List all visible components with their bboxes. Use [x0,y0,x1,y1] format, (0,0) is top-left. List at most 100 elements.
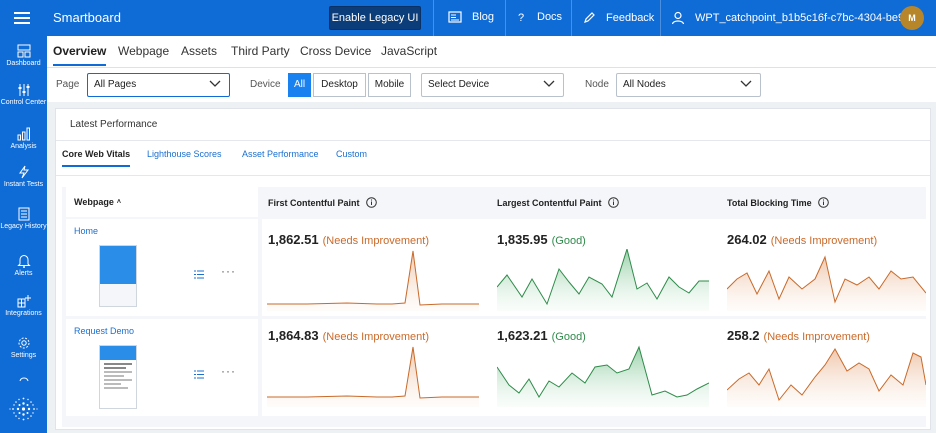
col-header-webpage-label: Webpage [74,197,114,207]
col-header-lcp: Largest Contentful Paint [497,197,619,208]
device-desktop-button[interactable]: Desktop [313,73,366,97]
tbt-sparkline [727,255,926,311]
avatar[interactable]: M [900,6,924,30]
tab-overview[interactable]: Overview [53,44,107,66]
more-options-icon[interactable]: ··· [221,364,236,378]
svg-text:?: ? [518,12,524,23]
lcp-number: 1,623.21 [497,328,548,343]
sidebar-item-dashboard[interactable]: Dashboard [0,44,47,68]
card-title: Latest Performance [70,119,158,130]
info-icon[interactable] [365,197,377,208]
sidebar-item-control-center[interactable]: Control Center [0,83,47,107]
chevron-down-icon [740,80,752,87]
node-select[interactable]: All Nodes [616,73,761,97]
tab-third-party[interactable]: Third Party [231,44,290,58]
fcp-value: 1,862.51 (Needs Improvement) [268,232,429,247]
subtab-asset-performance[interactable]: Asset Performance [242,149,319,159]
dashboard-icon [17,44,30,58]
enable-legacy-ui-button[interactable]: Enable Legacy UI [329,6,421,30]
lcp-value: 1,835.95 (Good) [497,232,586,247]
docs-link[interactable]: ? Docs [517,11,562,23]
feedback-link[interactable]: Feedback [583,11,654,24]
fcp-sparkline [267,346,479,407]
pencil-icon [584,12,595,23]
waterfall-icon[interactable] [194,370,204,379]
page-select-value: All Pages [94,79,137,90]
docs-label: Docs [537,11,563,23]
tab-javascript[interactable]: JavaScript [381,44,437,58]
main-content: Overview Webpage Assets Third Party Cros… [47,36,936,433]
webpage-link-home[interactable]: Home [74,226,98,236]
col-header-fcp: First Contentful Paint [268,197,377,208]
sidebar-item-alerts[interactable]: Alerts [0,254,47,278]
tbt-sparkline [727,348,926,407]
fcp-status: (Needs Improvement) [322,331,429,343]
sidebar-item-legacy-history[interactable]: Legacy History [0,207,47,231]
integrations-icon [17,295,31,308]
col-header-lcp-label: Largest Contentful Paint [497,197,602,208]
chevron-down-icon [209,80,221,87]
node-filter-label: Node [585,79,609,90]
tab-webpage[interactable]: Webpage [118,44,169,58]
question-icon: ? [518,12,524,23]
bar-chart-icon [17,127,30,141]
sidebar-label: Alerts [14,270,33,277]
document-icon [18,207,29,221]
more-options-icon[interactable]: ··· [221,264,236,278]
device-mobile-button[interactable]: Mobile [368,73,411,97]
fcp-sparkline [267,250,479,311]
chevron-down-icon [543,80,555,87]
tbt-status: (Needs Improvement) [770,235,878,247]
device-select-value: Select Device [428,79,490,90]
info-icon[interactable] [607,197,619,208]
partial-icon [19,377,28,382]
subtab-custom[interactable]: Custom [336,149,367,159]
blog-link[interactable]: Blog [448,11,494,23]
device-select[interactable]: Select Device [421,73,564,97]
lcp-sparkline [497,249,709,311]
sidebar-more[interactable] [0,374,47,384]
user-id: WPT_catchpoint_b1b5c16f-c7bc-4304-be9f..… [695,12,917,24]
col-header-tbt-label: Total Blocking Time [727,197,812,208]
catchpoint-logo-icon [9,397,38,421]
tbt-number: 264.02 [727,232,767,247]
col-header-webpage[interactable]: Webpage ˄ [74,197,121,207]
tab-bar: Overview Webpage Assets Third Party Cros… [47,36,936,68]
sidebar: Dashboard Control Center Analysis Instan… [0,36,47,433]
menu-icon[interactable] [14,10,30,26]
node-select-value: All Nodes [623,79,666,90]
fcp-value: 1,864.83 (Needs Improvement) [268,328,429,343]
sidebar-label: Settings [10,352,37,359]
gear-icon [18,337,29,349]
sidebar-item-settings[interactable]: Settings [0,336,47,360]
table-row: Request Demo ··· [66,319,258,416]
waterfall-icon[interactable] [194,270,204,279]
app-title: Smartboard [53,10,121,25]
lcp-status: (Good) [551,331,586,343]
device-filter-label: Device [250,79,281,90]
sidebar-label: Instant Tests [3,181,44,188]
subtab-core-web-vitals[interactable]: Core Web Vitals [62,149,131,167]
page-thumbnail [99,345,137,409]
user-account[interactable]: WPT_catchpoint_b1b5c16f-c7bc-4304-be9f..… [671,11,916,25]
fcp-number: 1,864.83 [268,328,319,343]
subtab-lighthouse-scores[interactable]: Lighthouse Scores [147,149,222,159]
top-bar: Smartboard Enable Legacy UI Blog ? Docs … [0,0,936,36]
device-all-button[interactable]: All [288,73,311,97]
filter-bar: Page All Pages Device All Desktop Mobile… [47,68,936,102]
table-row: Home ··· [66,219,258,316]
lcp-sparkline [497,345,709,407]
page-thumbnail [99,245,137,307]
tab-cross-device[interactable]: Cross Device [300,44,371,58]
tbt-value: 258.2 (Needs Improvement) [727,328,870,343]
sidebar-item-analysis[interactable]: Analysis [0,127,47,151]
page-select[interactable]: All Pages [87,73,230,97]
webpage-link-request-demo[interactable]: Request Demo [74,326,134,336]
sidebar-item-integrations[interactable]: Integrations [0,294,47,318]
info-icon[interactable] [817,197,829,208]
col-header-tbt: Total Blocking Time [727,197,829,208]
tab-assets[interactable]: Assets [181,44,217,58]
sidebar-item-instant-tests[interactable]: Instant Tests [0,165,47,189]
latest-performance-card: Latest Performance Core Web Vitals Light… [55,108,931,430]
col-header-fcp-label: First Contentful Paint [268,197,360,208]
